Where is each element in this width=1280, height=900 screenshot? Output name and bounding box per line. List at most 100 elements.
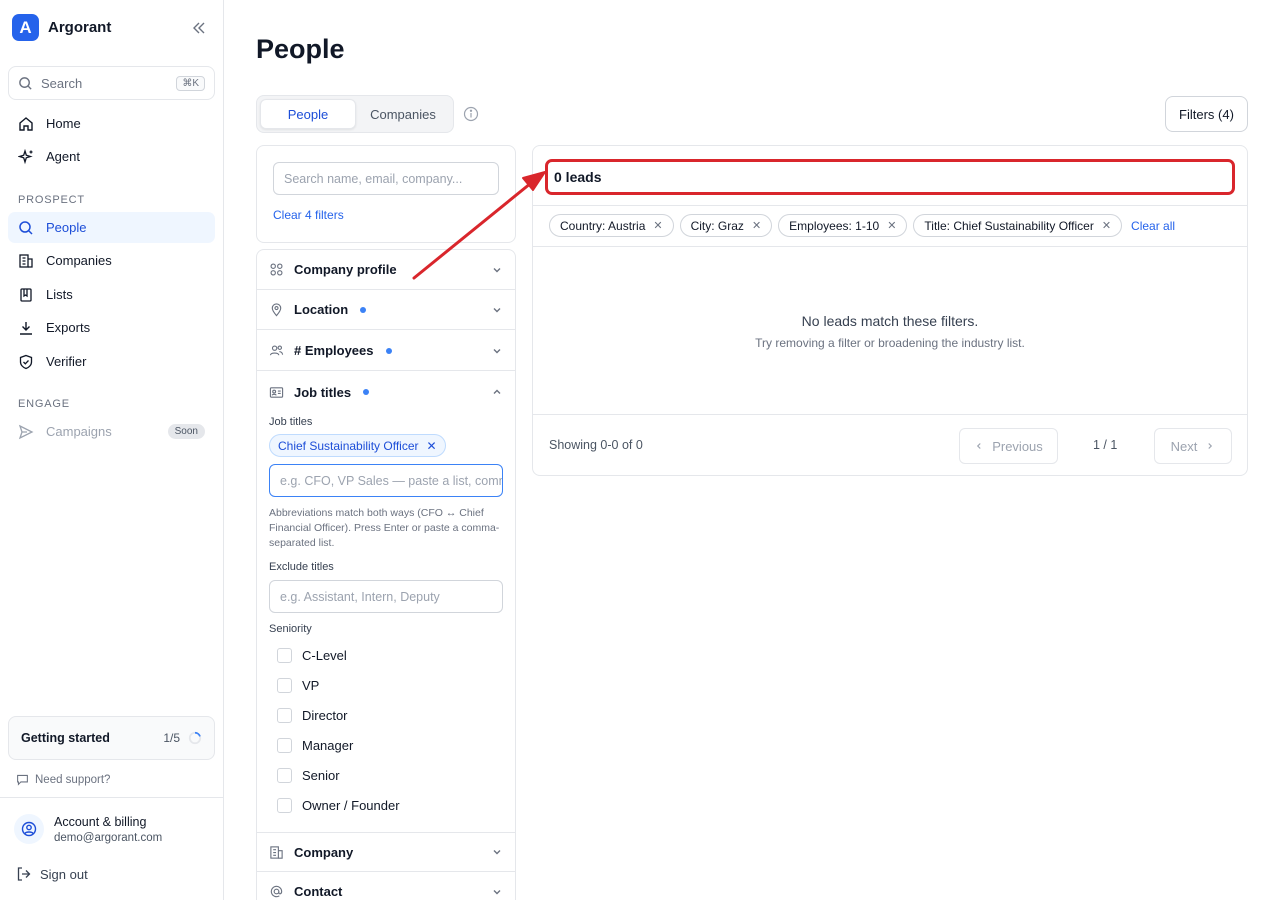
seniority-option[interactable]: VP xyxy=(277,678,319,693)
sidebar-item-lists[interactable]: Lists xyxy=(8,279,215,310)
remove-chip-icon[interactable]: ✕ xyxy=(1102,219,1111,232)
checkbox[interactable] xyxy=(277,678,292,693)
filter-section-label: Location xyxy=(294,302,349,317)
sidebar-item-label: Campaigns xyxy=(46,424,112,439)
sidebar-search[interactable]: Search ⌘K xyxy=(8,66,215,100)
job-title-input[interactable]: e.g. CFO, VP Sales — paste a list, comma xyxy=(269,464,503,497)
checkbox[interactable] xyxy=(277,798,292,813)
job-title-chip-label: Chief Sustainability Officer xyxy=(278,438,419,453)
previous-button[interactable]: Previous xyxy=(959,428,1058,464)
filter-section-company[interactable]: Company xyxy=(257,832,515,872)
seniority-option-label: Director xyxy=(302,708,348,723)
argorant-logo: A xyxy=(12,14,39,41)
checkbox[interactable] xyxy=(277,768,292,783)
exclude-titles-input[interactable]: e.g. Assistant, Intern, Deputy xyxy=(269,580,503,613)
filter-chip-label: City: Graz xyxy=(690,218,744,233)
seniority-option[interactable]: C-Level xyxy=(277,648,347,663)
user-icon xyxy=(21,821,37,837)
seniority-option[interactable]: Owner / Founder xyxy=(277,798,400,813)
sidebar-item-label: Lists xyxy=(46,287,73,302)
sidebar-item-exports[interactable]: Exports xyxy=(8,312,215,343)
filter-search-input[interactable]: Search name, email, company... xyxy=(273,162,499,195)
account-billing[interactable]: Account & billing demo@argorant.com xyxy=(14,814,162,844)
tab-companies[interactable]: Companies xyxy=(356,99,450,129)
filter-section-job-titles[interactable]: Job titles xyxy=(257,372,515,412)
send-icon xyxy=(18,424,34,439)
search-icon xyxy=(19,76,32,90)
avatar xyxy=(14,814,44,844)
filters-button[interactable]: Filters (4) xyxy=(1165,96,1248,132)
filter-chip[interactable]: Country: Austria ✕ xyxy=(549,214,674,237)
remove-chip-icon[interactable]: ✕ xyxy=(427,439,437,453)
filter-chip[interactable]: Employees: 1-10 ✕ xyxy=(778,214,908,237)
chevron-down-icon xyxy=(493,348,501,353)
checkbox[interactable] xyxy=(277,648,292,663)
filter-section-label: # Employees xyxy=(294,343,374,358)
remove-chip-icon[interactable]: ✕ xyxy=(752,219,761,232)
checkbox[interactable] xyxy=(277,738,292,753)
filter-chip[interactable]: City: Graz ✕ xyxy=(679,214,773,237)
entity-tabs: People Companies xyxy=(256,95,454,133)
sidebar-item-people[interactable]: People xyxy=(8,212,215,243)
clear-all-link[interactable]: Clear all xyxy=(1131,219,1175,233)
sign-out-label: Sign out xyxy=(40,866,88,882)
need-support-link[interactable]: Need support? xyxy=(16,773,110,786)
page-title: People xyxy=(256,34,345,64)
filter-section-contact[interactable]: Contact xyxy=(257,872,515,900)
chevron-down-icon xyxy=(493,889,501,894)
seniority-option-label: Manager xyxy=(302,738,354,753)
home-icon xyxy=(19,116,33,131)
sidebar-item-home[interactable]: Home xyxy=(8,108,215,139)
seniority-option[interactable]: Director xyxy=(277,708,348,723)
sidebar-item-companies[interactable]: Companies xyxy=(8,245,215,276)
account-title: Account & billing xyxy=(54,814,147,829)
sidebar-item-label: Home xyxy=(46,116,81,131)
clear-filters-link[interactable]: Clear 4 filters xyxy=(273,208,344,222)
filter-chip-label: Title: Chief Sustainability Officer xyxy=(924,218,1094,233)
search-shortcut: ⌘K xyxy=(176,75,205,91)
page-indicator: 1 / 1 xyxy=(1093,438,1118,452)
filter-section-location[interactable]: Location xyxy=(257,290,515,330)
seniority-option[interactable]: Manager xyxy=(277,738,353,753)
annotation-highlight-box xyxy=(545,159,1235,195)
remove-chip-icon[interactable]: ✕ xyxy=(887,219,896,232)
at-sign-icon xyxy=(270,885,283,898)
sign-out-icon xyxy=(17,867,31,881)
sign-out-button[interactable]: Sign out xyxy=(16,866,88,882)
shield-icon xyxy=(19,354,33,369)
filter-section-label: Job titles xyxy=(294,384,352,400)
filter-section-employees[interactable]: # Employees xyxy=(257,331,515,371)
sidebar-item-agent[interactable]: Agent xyxy=(8,141,215,172)
grid-icon xyxy=(270,263,283,276)
remove-chip-icon[interactable]: ✕ xyxy=(653,219,662,232)
filter-chip[interactable]: Title: Chief Sustainability Officer ✕ xyxy=(913,214,1123,237)
job-title-chip[interactable]: Chief Sustainability Officer ✕ xyxy=(269,434,446,457)
location-pin-icon xyxy=(271,303,282,317)
info-icon[interactable] xyxy=(463,106,479,122)
brand[interactable]: A Argorant xyxy=(12,14,111,41)
divider xyxy=(533,205,1247,206)
filter-chip-label: Country: Austria xyxy=(560,218,646,233)
sparkle-icon xyxy=(18,148,33,164)
progress-ring-icon xyxy=(188,731,202,745)
seniority-option[interactable]: Senior xyxy=(277,768,340,783)
sidebar-item-label: Verifier xyxy=(46,354,87,369)
sidebar-item-verifier[interactable]: Verifier xyxy=(8,346,215,377)
collapse-sidebar-icon[interactable] xyxy=(190,19,208,37)
sidebar: A Argorant Search ⌘K Home Agent PROSPECT… xyxy=(0,0,224,900)
section-label-prospect: PROSPECT xyxy=(18,194,85,206)
book-icon xyxy=(20,287,32,302)
sidebar-item-label: Exports xyxy=(46,320,91,335)
empty-state-subtitle: Try removing a filter or broadening the … xyxy=(755,336,1025,350)
filter-section-company-profile[interactable]: Company profile xyxy=(257,250,515,290)
chevron-down-icon xyxy=(493,267,501,272)
seniority-option-label: Senior xyxy=(302,768,340,783)
checkbox[interactable] xyxy=(277,708,292,723)
getting-started-card[interactable]: Getting started 1/5 xyxy=(8,716,215,760)
tab-people[interactable]: People xyxy=(260,99,356,129)
seniority-option-label: Owner / Founder xyxy=(302,798,400,813)
app-name: Argorant xyxy=(48,19,112,36)
next-button[interactable]: Next xyxy=(1154,428,1232,464)
chat-icon xyxy=(17,774,28,786)
users-icon xyxy=(269,345,284,356)
